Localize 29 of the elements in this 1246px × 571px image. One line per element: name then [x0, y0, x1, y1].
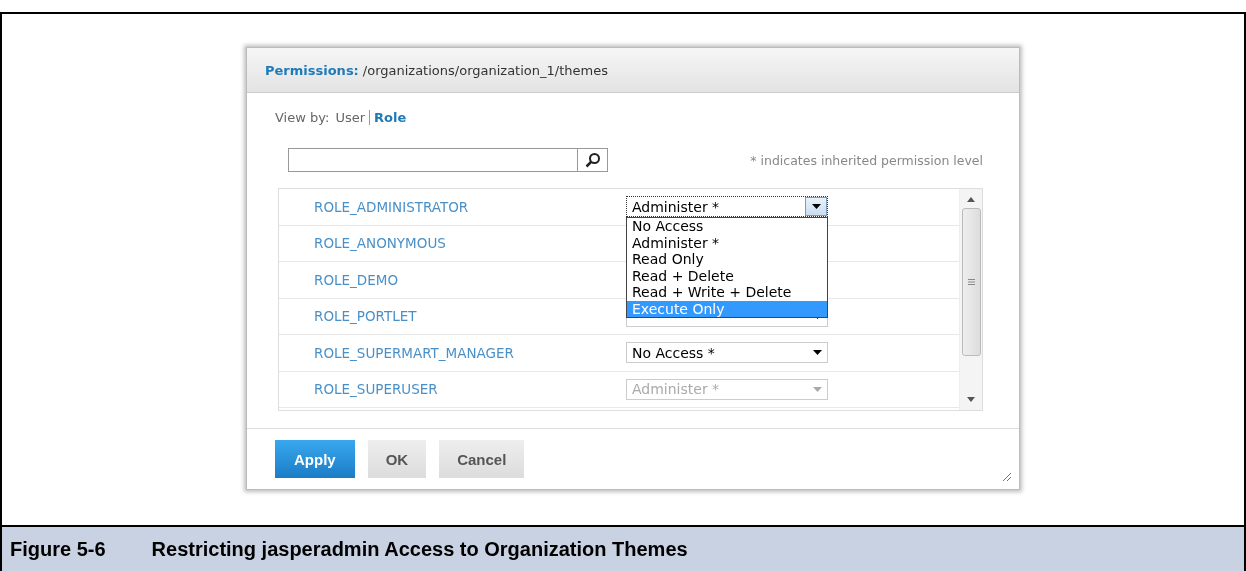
grip-icon	[967, 279, 975, 285]
scroll-up-icon	[967, 197, 975, 202]
role-name[interactable]: ROLE_ANONYMOUS	[279, 235, 626, 252]
view-by-label: View by:	[275, 109, 330, 125]
role-name[interactable]: ROLE_PORTLET	[279, 308, 626, 325]
inherited-note: * indicates inherited permission level	[750, 152, 983, 168]
figure-title: Restricting jasperadmin Access to Organization Themes	[151, 537, 688, 561]
dialog-button[interactable]: Apply	[275, 440, 355, 478]
permission-select[interactable]: No Access *	[626, 342, 828, 364]
search-icon	[584, 152, 601, 168]
view-by-link[interactable]: User	[335, 109, 370, 125]
role-name[interactable]: ROLE_ADMINISTRATOR	[279, 198, 626, 215]
dialog-button[interactable]: OK	[367, 440, 427, 478]
role-name[interactable]: ROLE_DEMO	[279, 271, 626, 288]
search-field[interactable]	[288, 148, 608, 172]
dialog-button[interactable]: Cancel	[439, 440, 525, 478]
resize-grip-icon[interactable]	[1001, 471, 1011, 481]
scroll-thumb[interactable]	[961, 208, 981, 356]
permission-select[interactable]: Administer *	[626, 196, 828, 218]
scrollbar[interactable]	[959, 189, 982, 410]
scroll-down-icon	[967, 397, 975, 402]
dialog-title-path: /organizations/organization_1/themes	[362, 62, 608, 78]
view-by-link[interactable]: Role	[370, 109, 411, 125]
caret-icon	[811, 204, 821, 210]
caret-icon	[812, 386, 822, 392]
dialog-title-label: Permissions:	[265, 62, 359, 78]
role-name[interactable]: ROLE_SUPERMART_MANAGER	[279, 344, 626, 361]
figure-number: Figure 5-6	[10, 537, 106, 561]
caret-icon	[812, 350, 822, 356]
